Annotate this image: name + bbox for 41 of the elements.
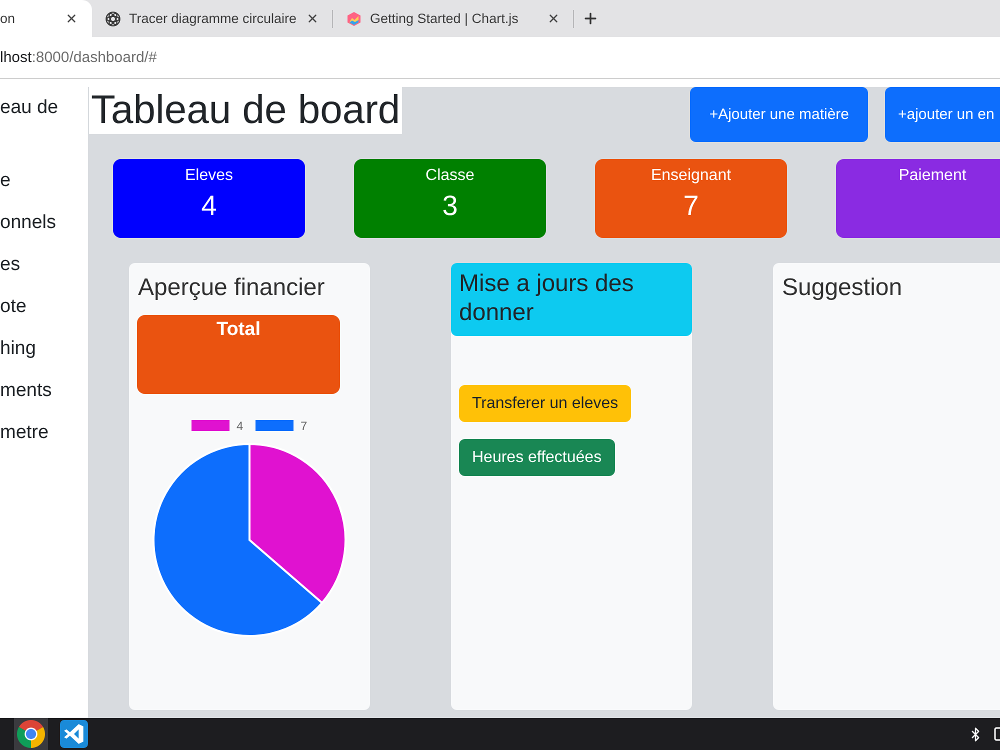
taskbar-button[interactable] bbox=[57, 718, 91, 750]
sidebar-brand[interactable]: eau de bbox=[0, 96, 88, 120]
panel-title: Suggestion bbox=[781, 273, 904, 303]
stat-label: Classe bbox=[426, 166, 474, 186]
close-icon[interactable] bbox=[65, 12, 78, 25]
legend-label: 7 bbox=[300, 419, 308, 433]
taskbar-button[interactable] bbox=[14, 718, 48, 750]
action-button[interactable]: Transferer un eleves bbox=[459, 385, 632, 422]
action-button[interactable]: Heures effectuées bbox=[459, 439, 615, 476]
close-icon[interactable] bbox=[306, 12, 319, 25]
panel-title: Mise a jours des donner bbox=[459, 269, 635, 327]
stat-value: 7 bbox=[683, 189, 699, 223]
browser-icon bbox=[17, 720, 45, 748]
address-field[interactable]: lhost:8000/dashboard/# bbox=[0, 42, 157, 72]
panel-title: Aperçue financier bbox=[137, 273, 326, 303]
sidebar-link[interactable]: ments bbox=[0, 370, 52, 412]
sidebar-link[interactable]: metre bbox=[0, 412, 49, 454]
add-button[interactable]: +ajouter un en bbox=[885, 87, 1000, 142]
sidebar-link[interactable]: e bbox=[0, 160, 11, 202]
stat-value: 4 bbox=[201, 189, 217, 223]
stat-label: Eleves bbox=[184, 166, 234, 186]
total-label: Total bbox=[216, 319, 260, 341]
close-icon[interactable] bbox=[547, 12, 560, 25]
knot-icon bbox=[105, 10, 121, 26]
chart-logo-icon bbox=[346, 10, 362, 26]
browser-tab[interactable]: Getting Started | Chart.js bbox=[333, 0, 574, 37]
sidebar-link[interactable]: hing bbox=[0, 328, 36, 370]
browser-tab[interactable]: on bbox=[0, 0, 92, 37]
tray-icon[interactable] bbox=[994, 727, 1000, 741]
page-title: Tableau de board bbox=[89, 87, 402, 134]
stat-label: Paiement bbox=[898, 166, 966, 186]
legend-label: 4 bbox=[236, 419, 244, 433]
code-editor-icon bbox=[60, 720, 88, 748]
browser-tab[interactable]: Tracer diagramme circulaire bbox=[92, 0, 333, 37]
sidebar-link[interactable]: es bbox=[0, 244, 20, 286]
add-button[interactable]: +Ajouter une matière bbox=[690, 87, 868, 142]
stat-value: 3 bbox=[442, 189, 458, 223]
plus-icon[interactable] bbox=[582, 10, 599, 27]
sidebar-link[interactable]: onnels bbox=[0, 202, 56, 244]
stat-label: Enseignant bbox=[650, 166, 732, 186]
sidebar-link[interactable]: ote bbox=[0, 286, 26, 328]
